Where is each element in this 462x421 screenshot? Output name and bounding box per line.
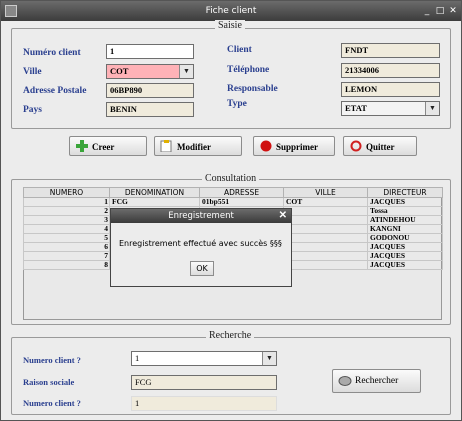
chevron-down-icon[interactable]: ▼ bbox=[179, 65, 193, 78]
telephone-field[interactable]: 21334006 bbox=[341, 63, 440, 78]
ville-select[interactable]: COT ▼ bbox=[106, 64, 194, 79]
table-cell[interactable]: JACQUES bbox=[367, 260, 443, 270]
table-cell[interactable]: 3 bbox=[23, 215, 110, 225]
table-cell[interactable] bbox=[283, 260, 368, 270]
responsable-field[interactable]: LEMON bbox=[341, 82, 440, 97]
quitter-label: Quitter bbox=[366, 142, 395, 152]
maximize-icon[interactable]: □ bbox=[435, 6, 445, 16]
dialog-close-icon[interactable]: ✕ bbox=[279, 210, 287, 221]
creer-label: Creer bbox=[92, 142, 115, 152]
ville-label: Ville bbox=[23, 67, 42, 77]
type-value: ETAT bbox=[345, 103, 367, 113]
pays-field[interactable]: BENIN bbox=[106, 102, 194, 117]
adresse-label: Adresse Postale bbox=[23, 86, 87, 96]
table-header-row: NUMERO DENOMINATION ADRESSE VILLE DIRECT… bbox=[23, 187, 443, 198]
table-cell[interactable] bbox=[283, 242, 368, 252]
column-header-ville[interactable]: VILLE bbox=[283, 187, 368, 198]
table-cell[interactable]: JACQUES bbox=[367, 251, 443, 261]
supprimer-label: Supprimer bbox=[276, 142, 319, 152]
modifier-button[interactable]: Modifier bbox=[154, 136, 242, 156]
recherche-numero-label: Numero client ? bbox=[23, 355, 81, 365]
recherche-numero2-label: Numero client ? bbox=[23, 398, 81, 408]
table-cell[interactable]: FCG bbox=[109, 197, 200, 207]
minimize-icon[interactable]: _ bbox=[422, 6, 432, 16]
table-cell[interactable] bbox=[283, 206, 368, 216]
table-cell[interactable] bbox=[283, 233, 368, 243]
table-cell[interactable]: JACQUES bbox=[367, 197, 443, 207]
edit-icon bbox=[160, 140, 172, 152]
type-select[interactable]: ETAT ▼ bbox=[341, 101, 440, 116]
rechercher-label: Rechercher bbox=[355, 376, 399, 386]
numero-client-label: Numéro client bbox=[23, 48, 81, 58]
ville-value: COT bbox=[110, 66, 129, 76]
quitter-button[interactable]: Quitter bbox=[343, 136, 417, 156]
table-cell[interactable]: 2 bbox=[23, 206, 110, 216]
table-cell[interactable] bbox=[283, 224, 368, 234]
quit-icon bbox=[350, 140, 362, 152]
supprimer-button[interactable]: Supprimer bbox=[253, 136, 335, 156]
pays-label: Pays bbox=[23, 105, 42, 115]
table-cell[interactable]: Tossa bbox=[367, 206, 443, 216]
table-cell[interactable]: KANGNI bbox=[367, 224, 443, 234]
fiche-client-window: Fiche client _ □ ✕ Saisie Numéro client … bbox=[0, 0, 462, 421]
recherche-numero2-field[interactable]: 1 bbox=[131, 396, 277, 411]
close-icon[interactable]: ✕ bbox=[448, 6, 458, 16]
recherche-numero-value: 1 bbox=[135, 353, 140, 363]
column-header-denomination[interactable]: DENOMINATION bbox=[109, 187, 200, 198]
raison-sociale-field[interactable]: FCG bbox=[131, 375, 277, 390]
consultation-title: Consultation bbox=[202, 173, 260, 184]
table-cell[interactable]: COT bbox=[283, 197, 368, 207]
column-header-directeur[interactable]: DIRECTEUR bbox=[367, 187, 443, 198]
table-cell[interactable]: 7 bbox=[23, 251, 110, 261]
table-cell[interactable]: ATINDEHOU bbox=[367, 215, 443, 225]
table-cell[interactable]: 5 bbox=[23, 233, 110, 243]
adresse-field[interactable]: 06BP890 bbox=[106, 83, 194, 98]
add-icon bbox=[76, 140, 88, 152]
dialog-ok-button[interactable]: OK bbox=[190, 261, 214, 276]
responsable-label: Responsable bbox=[227, 84, 278, 94]
table-cell[interactable]: 8 bbox=[23, 260, 110, 270]
delete-icon bbox=[260, 140, 272, 152]
rechercher-button[interactable]: Rechercher bbox=[332, 369, 421, 393]
type-label: Type bbox=[227, 99, 247, 109]
client-label: Client bbox=[227, 45, 252, 55]
creer-button[interactable]: Creer bbox=[69, 136, 147, 156]
column-header-numero[interactable]: NUMERO bbox=[23, 187, 110, 198]
window-title: Fiche client bbox=[205, 6, 257, 16]
raison-sociale-label: Raison sociale bbox=[23, 377, 75, 387]
table-cell[interactable]: 1 bbox=[23, 197, 110, 207]
column-header-adresse[interactable]: ADRESSE bbox=[199, 187, 284, 198]
table-cell[interactable]: JACQUES bbox=[367, 242, 443, 252]
table-cell[interactable]: 6 bbox=[23, 242, 110, 252]
table-cell[interactable]: 4 bbox=[23, 224, 110, 234]
numero-client-field[interactable]: 1 bbox=[106, 44, 194, 59]
title-bar[interactable]: Fiche client _ □ ✕ bbox=[1, 1, 461, 21]
chevron-down-icon[interactable]: ▼ bbox=[262, 352, 276, 365]
modifier-label: Modifier bbox=[177, 142, 211, 152]
dialog-message: Enregistrement effectué avec succès §§§ bbox=[119, 239, 282, 248]
recherche-title: Recherche bbox=[206, 330, 255, 341]
table-cell[interactable]: GODONOU bbox=[367, 233, 443, 243]
table-cell[interactable]: 01bp551 bbox=[199, 197, 284, 207]
saisie-title: Saisie bbox=[215, 20, 245, 31]
client-field[interactable]: FNDT bbox=[341, 43, 440, 58]
table-row[interactable]: 1 FCG 01bp551 COT JACQUES bbox=[23, 197, 443, 207]
enregistrement-dialog: Enregistrement ✕ Enregistrement effectué… bbox=[110, 208, 292, 287]
telephone-label: Téléphone bbox=[227, 65, 270, 75]
chevron-down-icon[interactable]: ▼ bbox=[425, 102, 439, 115]
dialog-title: Enregistrement bbox=[111, 209, 291, 223]
table-cell[interactable] bbox=[283, 251, 368, 261]
search-icon bbox=[338, 376, 352, 386]
recherche-numero-select[interactable]: 1 ▼ bbox=[131, 351, 277, 366]
table-cell[interactable] bbox=[283, 215, 368, 225]
